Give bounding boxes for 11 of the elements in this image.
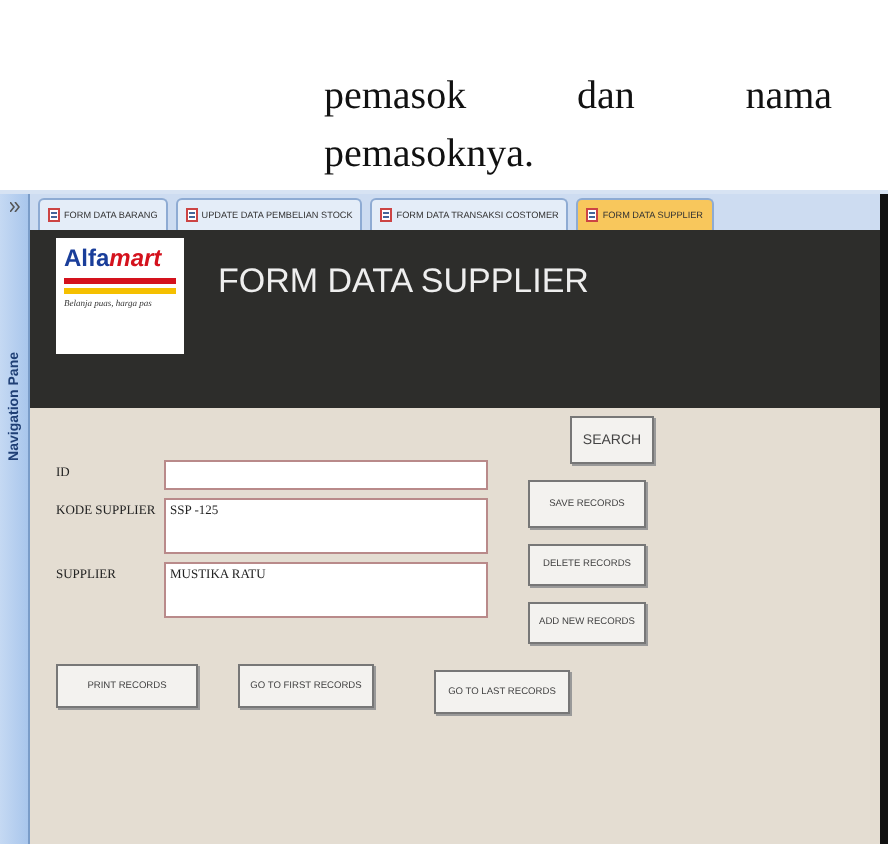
expand-icon[interactable] [9,202,19,212]
form-icon [586,208,599,222]
input-field[interactable] [164,460,488,490]
logo-word: Alfa [64,244,110,274]
form-icon [48,208,60,222]
paragraph-line: pemasok dan nama [324,72,832,122]
form-icon [380,208,393,222]
form-title: FORM DATA SUPPLIER [218,262,589,302]
logo-word: mart [109,244,164,274]
form-icon [185,208,198,222]
paragraph-line: pemasoknya. [324,130,536,180]
